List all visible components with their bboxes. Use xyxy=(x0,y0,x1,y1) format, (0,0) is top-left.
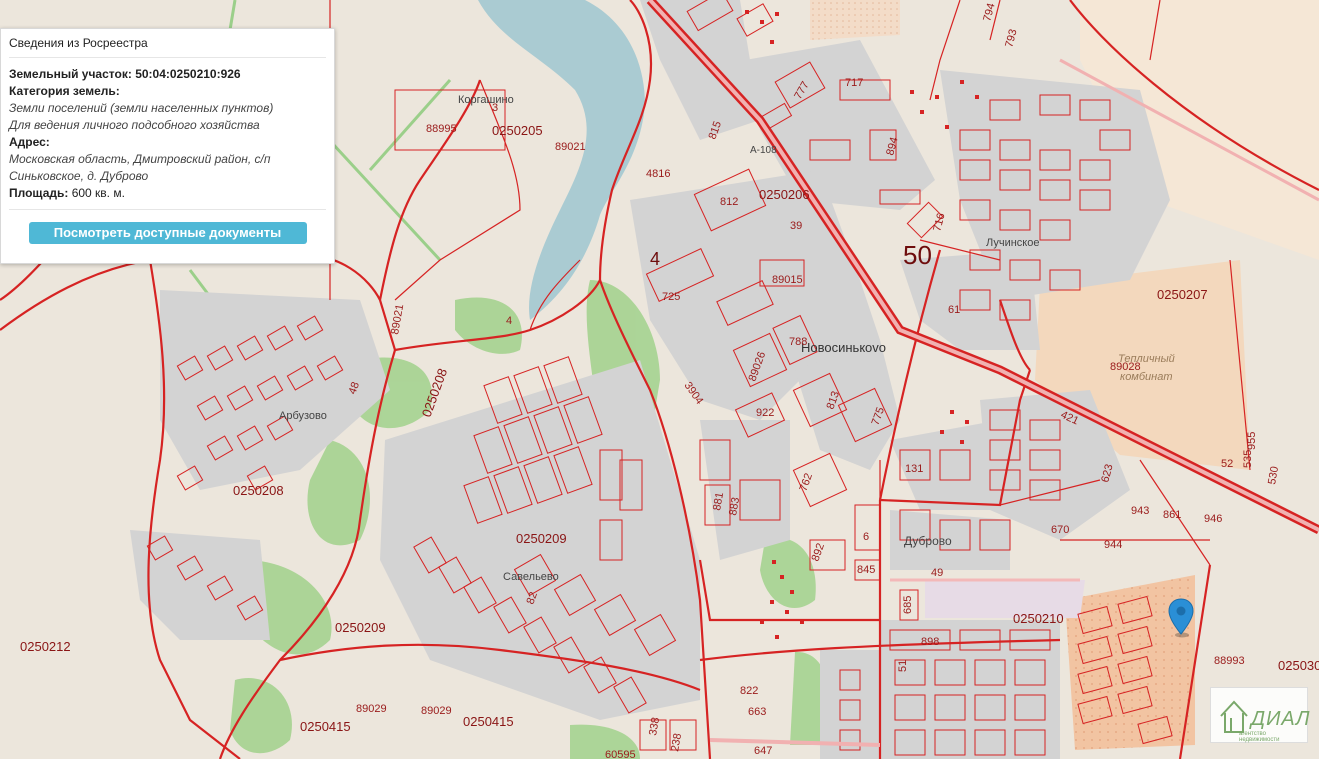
parcel-label: 6 xyxy=(863,531,869,543)
quarter-label: 0250210 xyxy=(1013,611,1064,626)
quarter-label: 0250415 xyxy=(463,714,514,729)
quarter-number: 4 xyxy=(650,249,660,269)
parcel-label: 812 xyxy=(720,196,738,208)
parcel-number-value: 50:04:0250210:926 xyxy=(135,67,241,81)
parcel-label: 946 xyxy=(1204,513,1222,525)
quarter-label: 0250307 xyxy=(1278,658,1319,673)
parcel-label: 685 xyxy=(902,596,914,614)
parcel-label: 922 xyxy=(756,407,774,419)
parcel-label: 670 xyxy=(1051,524,1069,536)
parcel-label: 89015 xyxy=(772,274,803,286)
parcel-label: 89029 xyxy=(356,703,387,715)
location-pin-icon[interactable] xyxy=(1168,598,1194,638)
parcel-label: 88993 xyxy=(1214,655,1245,667)
parcel-label: 89028 xyxy=(1110,361,1141,373)
quarter-label: 0250209 xyxy=(335,620,386,635)
area-label: Площадь: xyxy=(9,186,69,200)
view-documents-button[interactable]: Посмотреть доступные документы xyxy=(28,222,307,244)
parcel-label: 3 xyxy=(492,102,498,114)
parcel-label: 717 xyxy=(845,77,863,89)
quarter-label: 0250207 xyxy=(1157,287,1208,302)
parcel-label: 944 xyxy=(1104,539,1122,551)
place-korgashino: Коргашино xyxy=(458,94,514,106)
address-line-2: Синьковское, д. Дуброво xyxy=(9,169,149,183)
quarter-label: 0250209 xyxy=(516,531,567,546)
parcel-label: 4816 xyxy=(646,168,670,180)
address-label: Адрес: xyxy=(9,135,50,149)
pink-area xyxy=(810,0,900,40)
parcel-label: 725 xyxy=(662,291,680,303)
parcel-label: 61 xyxy=(948,304,960,316)
parcel-label: 89029 xyxy=(421,705,452,717)
place-novosinkovo: Новосинькovo xyxy=(801,340,886,355)
agency-logo: ДИАЛ агентство недвижимости xyxy=(1210,687,1311,743)
parcel-label: 861 xyxy=(1163,509,1181,521)
place-arbuzovo: Арбузово xyxy=(279,410,327,422)
quarter-label: 0250206 xyxy=(759,187,810,202)
land-category-value: Земли поселений (земли населенных пункто… xyxy=(9,101,274,115)
parcel-label: 663 xyxy=(748,706,766,718)
quarter-label: 0250208 xyxy=(233,483,284,498)
quarter-label: 0250205 xyxy=(492,123,543,138)
parcel-label: 955 xyxy=(1246,432,1258,450)
land-category-label: Категория земель: xyxy=(9,84,120,98)
parcel-label: 131 xyxy=(905,463,923,475)
parcel-label: 39 xyxy=(790,220,802,232)
parcel-label: 4 xyxy=(506,315,512,327)
road-label: А-108 xyxy=(750,145,777,156)
parcel-label: 535 xyxy=(1242,450,1254,468)
parcel-label: 898 xyxy=(921,636,939,648)
logo-tagline: агентство недвижимости xyxy=(1239,731,1280,743)
place-dubrovo: Дуброво xyxy=(904,534,952,548)
area-value: 600 кв. м. xyxy=(71,186,125,200)
panel-title: Сведения из Росреестра xyxy=(9,36,326,58)
parcel-label: 88995 xyxy=(426,123,457,135)
place-luchinskoe: Лучинское xyxy=(986,237,1039,249)
quarter-label: 0250212 xyxy=(20,639,71,654)
house-icon xyxy=(1220,700,1248,733)
parcel-label: 60595 xyxy=(605,749,636,759)
parcel-label: 845 xyxy=(857,564,875,576)
rosreestr-info-panel: Сведения из Росреестра Земельный участок… xyxy=(0,28,335,264)
logo-name: ДИАЛ xyxy=(1251,708,1311,730)
parcel-label: 89021 xyxy=(555,141,586,153)
parcel-label: 647 xyxy=(754,745,772,757)
quarter-label: 0250415 xyxy=(300,719,351,734)
parcel-label: 788 xyxy=(789,336,807,348)
parcel-number-label: Земельный участок: xyxy=(9,67,132,81)
parcel-label: 51 xyxy=(897,660,909,672)
parcel-label: 52 xyxy=(1221,458,1233,470)
place-savelyevo: Савельево xyxy=(503,571,559,583)
panel-divider xyxy=(9,209,326,210)
permitted-use-value: Для ведения личного подсобного хозяйства xyxy=(9,118,260,132)
district-number: 50 xyxy=(903,240,932,270)
parcel-label: 822 xyxy=(740,685,758,697)
parcel-label: 943 xyxy=(1131,505,1149,517)
address-line-1: Московская область, Дмитровский район, с… xyxy=(9,152,271,166)
parcel-label: 49 xyxy=(931,567,943,579)
